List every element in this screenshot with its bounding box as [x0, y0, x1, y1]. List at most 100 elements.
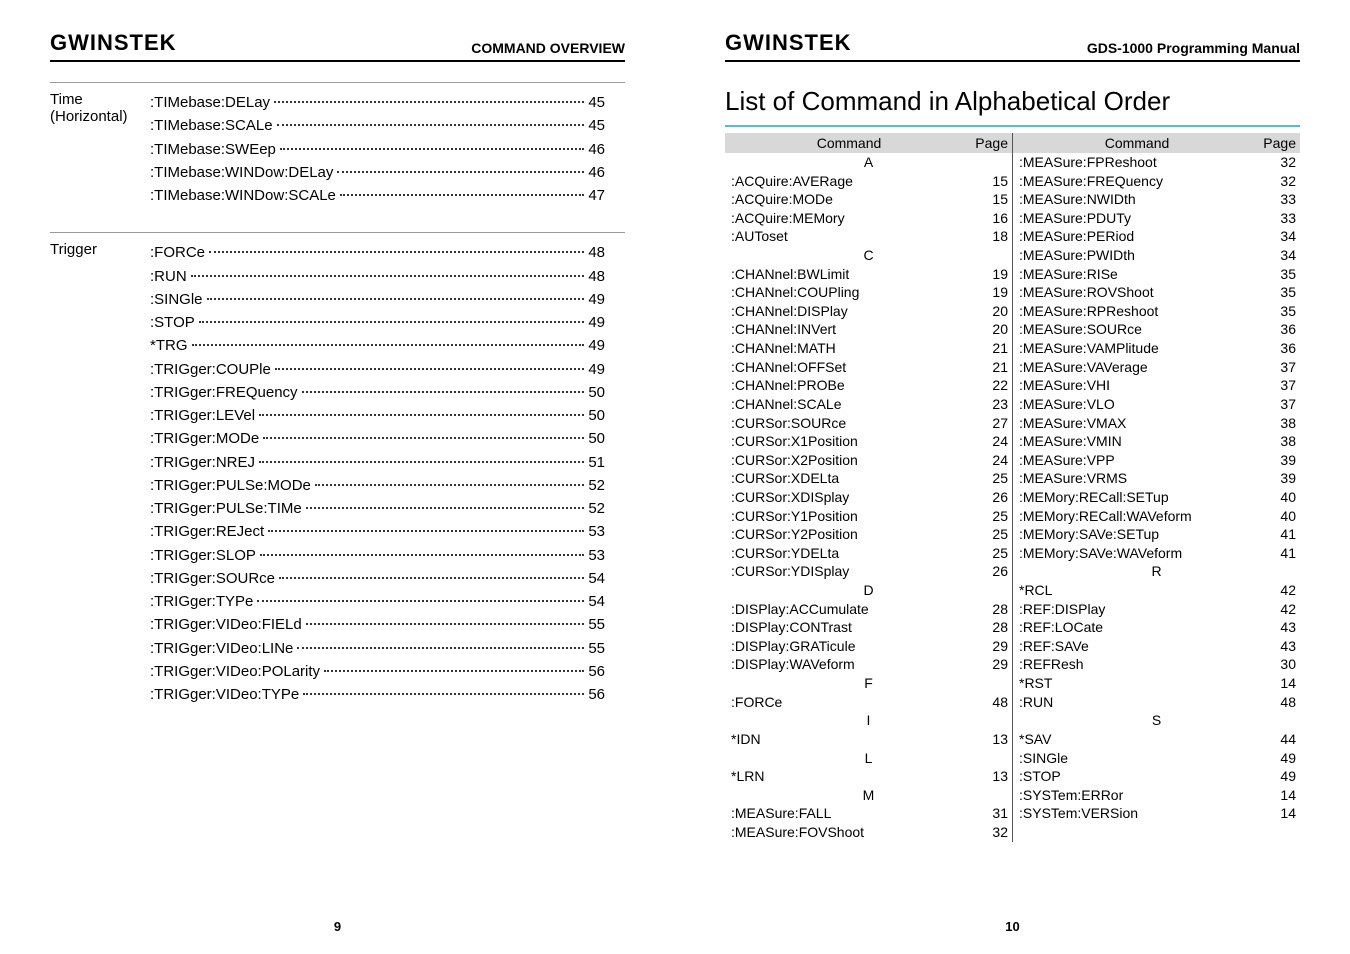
toc-page: 47 — [588, 184, 605, 207]
command-name: :CHANnel:OFFSet — [731, 358, 968, 377]
toc-line: :TRIGger:PULSe:MODe 52 — [150, 474, 605, 497]
command-name: :MEASure:VMIN — [1019, 432, 1256, 451]
command-row: :REF:DISPlay42 — [1013, 600, 1300, 619]
toc-page: 55 — [588, 637, 605, 660]
command-page: 33 — [1256, 209, 1296, 228]
toc-command: :FORCe — [150, 241, 205, 264]
brand-logo: GWINSTEK — [50, 30, 177, 56]
toc-line: :TRIGger:FREQuency 50 — [150, 381, 605, 404]
letter-heading: L — [725, 749, 1012, 768]
command-row: :MEMory:SAVe:SETup41 — [1013, 525, 1300, 544]
command-row: :MEASure:RISe35 — [1013, 265, 1300, 284]
command-name: :DISPlay:CONTrast — [731, 618, 968, 637]
toc-command: :TRIGger:VIDeo:POLarity — [150, 660, 320, 683]
toc-command: :TRIGger:VIDeo:LINe — [150, 637, 293, 660]
command-row: :CURSor:YDISplay26 — [725, 562, 1012, 581]
command-page: 26 — [968, 562, 1008, 581]
command-row: :MEASure:SOURce36 — [1013, 320, 1300, 339]
toc-command: :TRIGger:REJect — [150, 520, 264, 543]
command-row: :MEASure:VLO37 — [1013, 395, 1300, 414]
command-row: :CURSor:Y2Position25 — [725, 525, 1012, 544]
command-page: 34 — [1256, 246, 1296, 265]
command-name: *LRN — [731, 767, 968, 786]
command-page: 19 — [968, 283, 1008, 302]
toc-page: 49 — [588, 358, 605, 381]
command-page: 29 — [968, 637, 1008, 656]
dot-leader — [263, 437, 584, 439]
command-row: :DISPlay:GRATicule29 — [725, 637, 1012, 656]
toc-command: :RUN — [150, 265, 187, 288]
toc-lines: :FORCe 48:RUN 48:SINGle 49:STOP 49*TRG 4… — [150, 241, 605, 706]
command-row: :MEASure:VPP39 — [1013, 451, 1300, 470]
col-head-page: Page — [1251, 135, 1296, 151]
command-name: *RCL — [1019, 581, 1256, 600]
command-page: 36 — [1256, 339, 1296, 358]
dot-leader — [306, 507, 585, 509]
command-row: *LRN13 — [725, 767, 1012, 786]
alpha-col-left: Command Page A:ACQuire:AVERage15:ACQuire… — [725, 133, 1013, 842]
command-page: 34 — [1256, 227, 1296, 246]
command-page: 33 — [1256, 190, 1296, 209]
toc-command: :TRIGger:SLOP — [150, 544, 256, 567]
command-page: 21 — [968, 339, 1008, 358]
command-page: 39 — [1256, 469, 1296, 488]
command-row: :MEASure:RPReshoot35 — [1013, 302, 1300, 321]
command-name: :CHANnel:INVert — [731, 320, 968, 339]
command-name: :MEMory:SAVe:SETup — [1019, 525, 1256, 544]
toc-line: :SINGle 49 — [150, 288, 605, 311]
command-page: 31 — [968, 804, 1008, 823]
command-page: 25 — [968, 507, 1008, 526]
command-row: :MEASure:VAMPlitude36 — [1013, 339, 1300, 358]
toc-line: :TRIGger:PULSe:TIMe 52 — [150, 497, 605, 520]
toc-page: 49 — [588, 311, 605, 334]
command-name: :MEASure:FREQuency — [1019, 172, 1256, 191]
toc-command: :TRIGger:COUPle — [150, 358, 271, 381]
toc-command: :TIMebase:DELay — [150, 91, 270, 114]
dot-leader — [315, 484, 584, 486]
command-row: :CHANnel:PROBe22 — [725, 376, 1012, 395]
command-row: :MEASure:FOVShoot32 — [725, 823, 1012, 842]
dot-leader — [340, 194, 584, 196]
command-page: 13 — [968, 767, 1008, 786]
command-page: 35 — [1256, 283, 1296, 302]
command-name: :REF:SAVe — [1019, 637, 1256, 656]
toc-line: :TRIGger:VIDeo:TYPe 56 — [150, 683, 605, 706]
command-name: :REFResh — [1019, 655, 1256, 674]
command-name: :FORCe — [731, 693, 968, 712]
command-row: :MEASure:PERiod34 — [1013, 227, 1300, 246]
toc-page: 50 — [588, 427, 605, 450]
command-name: :MEASure:VRMS — [1019, 469, 1256, 488]
command-row: :MEMory:RECall:SETup40 — [1013, 488, 1300, 507]
col-head-command: Command — [1023, 135, 1251, 151]
toc-line: :TRIGger:COUPle 49 — [150, 358, 605, 381]
toc-line: *TRG 49 — [150, 334, 605, 357]
command-name: :REF:LOCate — [1019, 618, 1256, 637]
left-header-title: COMMAND OVERVIEW — [471, 40, 625, 56]
toc-command: :TRIGger:VIDeo:TYPe — [150, 683, 299, 706]
command-page: 14 — [1256, 786, 1296, 805]
dot-leader — [297, 647, 584, 649]
toc-command: :TIMebase:SWEep — [150, 138, 276, 161]
command-row: :MEASure:VAVerage37 — [1013, 358, 1300, 377]
command-row: :CURSor:SOURce27 — [725, 414, 1012, 433]
toc-line: :TIMebase:WINDow:DELay 46 — [150, 161, 605, 184]
command-page: 23 — [968, 395, 1008, 414]
command-name: :AUToset — [731, 227, 968, 246]
command-name: :MEASure:RISe — [1019, 265, 1256, 284]
dot-leader — [209, 251, 584, 253]
command-row: :MEASure:NWIDth33 — [1013, 190, 1300, 209]
toc-line: :RUN 48 — [150, 265, 605, 288]
dot-leader — [268, 530, 584, 532]
command-page: 40 — [1256, 488, 1296, 507]
command-name: :MEASure:NWIDth — [1019, 190, 1256, 209]
command-page: 28 — [968, 600, 1008, 619]
left-page: GWINSTEK COMMAND OVERVIEW Time(Horizonta… — [0, 0, 675, 954]
toc-page: 54 — [588, 567, 605, 590]
command-row: :MEASure:FALL31 — [725, 804, 1012, 823]
command-name: :MEASure:VAVerage — [1019, 358, 1256, 377]
command-page: 36 — [1256, 320, 1296, 339]
dot-leader — [207, 298, 585, 300]
command-row: :MEASure:PDUTy33 — [1013, 209, 1300, 228]
dot-leader — [302, 391, 585, 393]
command-row: :MEASure:VMAX38 — [1013, 414, 1300, 433]
